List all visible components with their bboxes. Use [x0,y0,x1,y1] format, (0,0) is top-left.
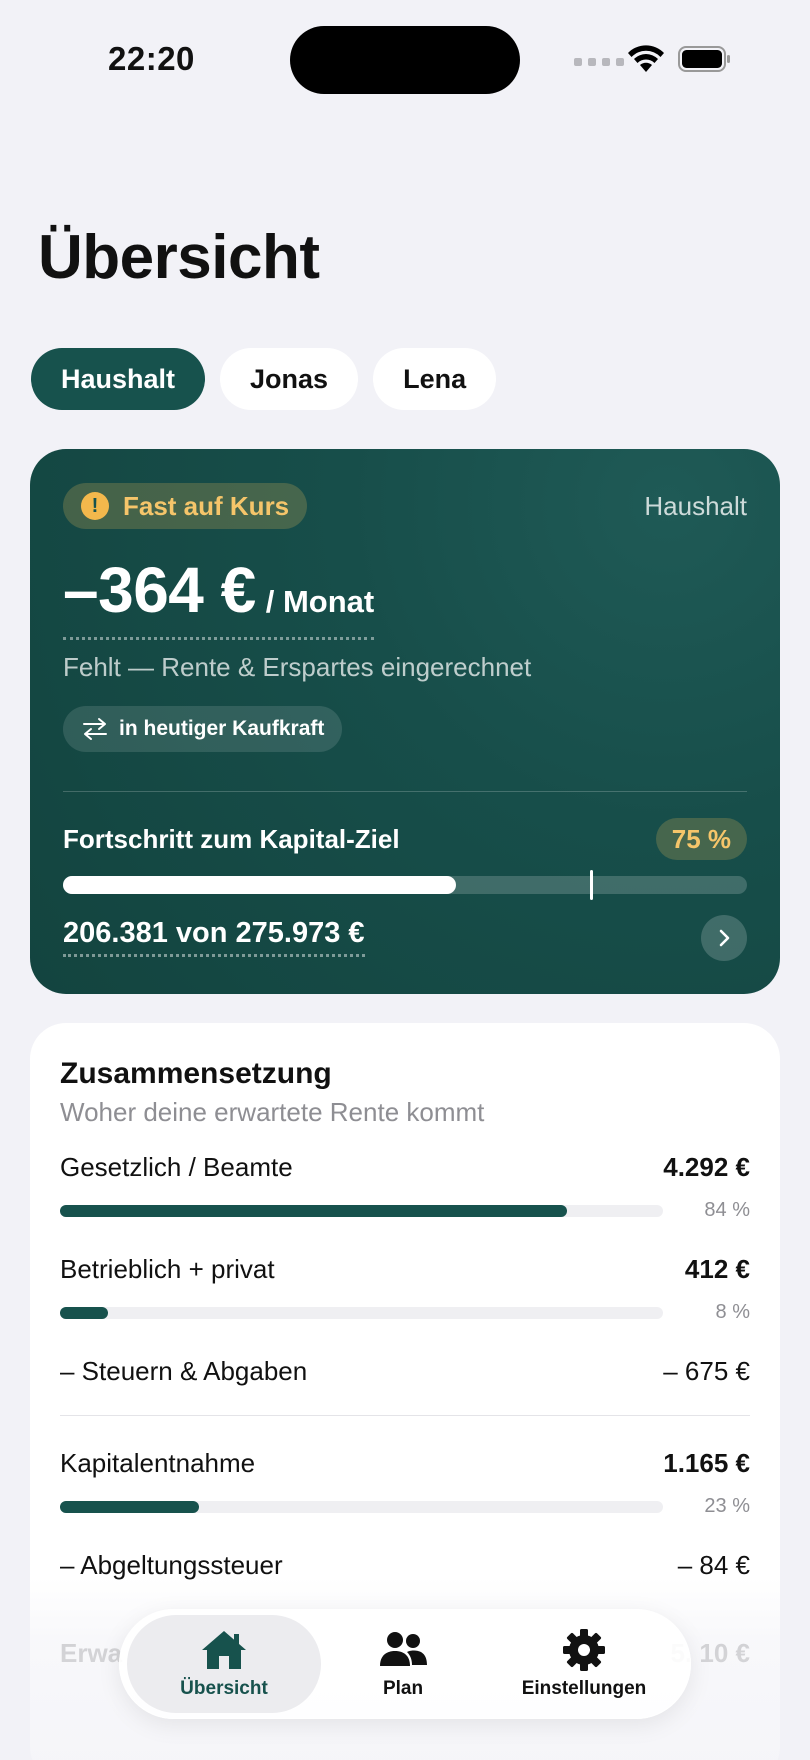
hero-scope-label: Haushalt [644,491,747,521]
row-label-expected: Erwa [60,1638,123,1668]
bar-occupational [60,1307,663,1319]
wifi-icon [628,45,664,72]
status-time: 22:20 [108,40,195,77]
tab-label-plan: Plan [382,1678,424,1699]
tab-label-einstellungen: Einstellungen [521,1678,647,1699]
row-label-withholding-tax: – Abgeltungssteuer [60,1550,283,1580]
status-bar: 22:20 [0,0,810,120]
segment-jonas[interactable]: Jonas [220,348,359,410]
capital-target-marker [589,870,593,900]
composition-divider [60,1415,750,1416]
dynamic-island [290,26,520,94]
capital-progress-bar [63,870,747,900]
row-value-capital: 1.165 € [663,1448,750,1478]
segment-haushalt[interactable]: Haushalt [31,348,206,410]
composition-title: Zusammensetzung [60,1057,332,1090]
bar-percent-occupational: 8 % [715,1301,750,1323]
status-badge: ! Fast auf Kurs [63,483,308,529]
row-value-statutory: 4.292 € [663,1152,750,1182]
tab-bar: Übersicht Plan Einstellungen [119,1609,691,1719]
chevron-right-icon [719,929,730,947]
cellular-signal-icon [574,58,624,66]
gap-amount-value: –364 € [63,554,256,626]
tab-uebersicht[interactable]: Übersicht [127,1615,321,1713]
bar-fill-capital [60,1501,199,1513]
gear-icon [563,1629,605,1671]
row-value-occupational: 412 € [684,1254,750,1284]
capital-progress-fill [63,876,457,894]
tab-plan[interactable]: Plan [321,1615,485,1713]
segment-control: Haushalt Jonas Lena [31,348,497,410]
row-label-taxes: – Steuern & Abgaben [60,1356,308,1386]
hero-card[interactable]: ! Fast auf Kurs Haushalt –364 € / Monat … [30,449,780,994]
composition-subtitle: Woher deine erwartete Rente kommt [60,1097,485,1127]
house-icon [202,1631,246,1669]
row-label-statutory: Gesetzlich / Beamte [60,1152,293,1182]
bar-fill-statutory [60,1205,567,1217]
progress-values[interactable]: 206.381 von 275.973 € [63,917,365,957]
warning-icon: ! [81,492,109,520]
swap-arrows-icon [83,718,107,740]
row-value-withholding-tax: – 84 € [677,1550,750,1580]
progress-percent-badge: 75 % [655,818,747,860]
hero-detail-button[interactable] [701,915,747,961]
progress-label: Fortschritt zum Kapital-Ziel [63,824,400,854]
row-label-occupational: Betrieblich + privat [60,1254,275,1284]
tab-einstellungen[interactable]: Einstellungen [485,1615,683,1713]
kaufkraft-label: in heutiger Kaufkraft [119,717,325,740]
kaufkraft-toggle[interactable]: in heutiger Kaufkraft [63,706,343,752]
status-badge-label: Fast auf Kurs [123,490,290,521]
tab-label-uebersicht: Übersicht [180,1678,268,1699]
bar-statutory [60,1205,663,1217]
row-value-taxes: – 675 € [663,1356,750,1386]
hero-divider [63,791,747,792]
page-title: Übersicht [38,223,320,292]
battery-icon [678,46,730,72]
bar-percent-capital: 23 % [704,1495,750,1517]
bar-capital [60,1501,663,1513]
row-label-capital: Kapitalentnahme [60,1448,256,1478]
bar-percent-statutory: 84 % [704,1199,750,1221]
people-icon [380,1632,427,1666]
monthly-gap-amount[interactable]: –364 € / Monat [63,553,375,640]
hero-subtitle: Fehlt — Rente & Erspartes eingerechnet [63,652,532,682]
segment-lena[interactable]: Lena [373,348,497,410]
gap-amount-unit: / Monat [265,584,375,619]
bar-fill-occupational [60,1307,109,1319]
